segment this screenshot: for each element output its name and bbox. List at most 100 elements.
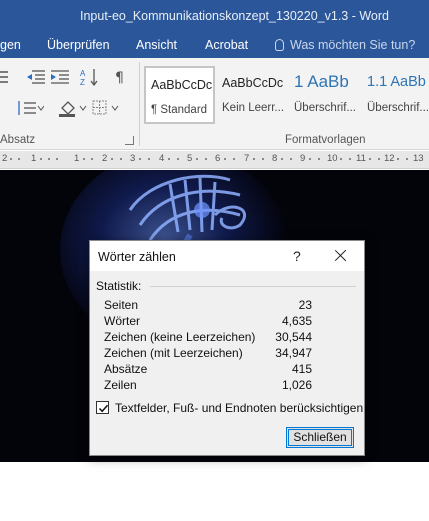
stat-row-lines: Zeilen 1,026 xyxy=(104,378,312,394)
ruler-label: 2 xyxy=(2,153,8,164)
document-page xyxy=(0,462,429,521)
line-spacing-icon[interactable] xyxy=(16,100,44,116)
ruler-tick xyxy=(397,158,399,160)
style-sample: 1 AaBb xyxy=(294,72,349,91)
tell-me-placeholder: Was möchten Sie tun? xyxy=(290,38,416,52)
stat-row-chars-no-spaces: Zeichen (keine Leerzeichen) 30,544 xyxy=(104,330,312,346)
paragraph-group-label: Absatz xyxy=(0,134,36,146)
close-icon[interactable] xyxy=(330,245,352,267)
ruler-tick xyxy=(18,158,20,160)
group-separator xyxy=(139,62,140,146)
stat-value: 23 xyxy=(298,298,312,312)
decrease-indent-icon[interactable] xyxy=(26,70,46,84)
ruler-label: 10 xyxy=(327,153,338,164)
schliessen-button[interactable]: Schließen xyxy=(286,427,354,448)
ruler-label: 4 xyxy=(159,153,165,164)
stat-value: 30,544 xyxy=(275,330,312,344)
ruler-tick xyxy=(262,158,264,160)
ruler-tick xyxy=(253,158,255,160)
style-sample: AaBbCcDc xyxy=(151,78,213,92)
style-ueberschrift-1[interactable]: 1 AaBb Überschrif... xyxy=(288,66,360,124)
stat-label: Seiten xyxy=(104,298,139,312)
ruler-tick xyxy=(56,158,58,160)
horizontal-ruler[interactable]: 2 1 1 2 3 4 5 6 7 8 9 10 11 12 13 xyxy=(0,151,429,169)
ruler-tick xyxy=(48,158,50,160)
statistics-label: Statistik: xyxy=(96,279,142,293)
tell-me-search[interactable]: Was möchten Sie tun? xyxy=(275,38,415,52)
ruler-tick xyxy=(177,158,179,160)
sort-icon[interactable]: AZ xyxy=(80,68,100,86)
ruler-tick xyxy=(233,158,235,160)
ruler-label: 1 xyxy=(74,153,80,164)
dialog-titlebar: Wörter zählen ? xyxy=(90,241,364,271)
ruler-label: 6 xyxy=(215,153,221,164)
style-standard[interactable]: AaBbCcDc ¶ Standard xyxy=(144,66,215,124)
ruler-tick xyxy=(406,158,408,160)
word-count-dialog: Wörter zählen ? Statistik: Seiten 23 Wör… xyxy=(89,240,365,456)
list-icon[interactable] xyxy=(0,70,10,84)
ruler-tick xyxy=(120,158,122,160)
ruler-tick xyxy=(139,158,141,160)
style-name: Überschrif... xyxy=(294,102,356,114)
include-textboxes-checkbox[interactable] xyxy=(96,401,109,414)
increase-indent-icon[interactable] xyxy=(50,70,70,84)
shading-icon[interactable] xyxy=(58,99,88,117)
style-name: ¶ Standard xyxy=(151,104,208,116)
ruler-tick xyxy=(10,158,12,160)
ruler-tick xyxy=(205,158,207,160)
svg-text:Z: Z xyxy=(80,78,85,86)
stat-row-words: Wörter 4,635 xyxy=(104,314,312,330)
style-ueberschrift-2[interactable]: 1.1 AaBb Überschrif... xyxy=(361,66,429,124)
stat-row-paragraphs: Absätze 415 xyxy=(104,362,312,378)
include-textboxes-option[interactable]: Textfelder, Fuß- und Endnoten berücksich… xyxy=(96,401,364,417)
ruler-tick xyxy=(168,158,170,160)
stat-value: 1,026 xyxy=(281,378,312,392)
borders-icon[interactable] xyxy=(92,100,122,116)
ruler-label: 12 xyxy=(384,153,395,164)
stat-row-chars-with-spaces: Zeichen (mit Leerzeichen) 34,947 xyxy=(104,346,312,362)
ruler-label: 11 xyxy=(356,153,366,164)
style-kein-leerraum[interactable]: AaBbCcDc Kein Leerr... xyxy=(216,66,287,124)
style-name: Kein Leerr... xyxy=(222,102,285,114)
tab-ueberpruefen[interactable]: Überprüfen xyxy=(47,38,110,52)
ribbon-tabs: gen Überprüfen Ansicht Acrobat Was möcht… xyxy=(0,34,429,58)
help-button[interactable]: ? xyxy=(293,248,301,264)
ruler-label: 9 xyxy=(300,153,306,164)
ruler-tick xyxy=(309,158,311,160)
lightbulb-icon xyxy=(275,39,284,51)
styles-group-label: Formatvorlagen xyxy=(285,134,366,146)
title-bar: Input-eo_Kommunikationskonzept_130220_v1… xyxy=(0,0,429,34)
ruler-label: 13 xyxy=(413,153,424,164)
svg-text:A: A xyxy=(80,69,86,78)
ruler-tick xyxy=(40,158,42,160)
style-sample: 1.1 AaBb xyxy=(367,74,426,90)
pilcrow-icon[interactable]: ¶ xyxy=(114,69,128,85)
ruler-label: 2 xyxy=(102,153,108,164)
style-name: Überschrif... xyxy=(367,102,429,114)
style-sample: AaBbCcDc xyxy=(222,76,284,90)
ruler-label: 5 xyxy=(187,153,193,164)
ruler-label: 7 xyxy=(244,153,250,164)
tab-ansicht[interactable]: Ansicht xyxy=(136,38,177,52)
stat-label: Wörter xyxy=(104,314,140,328)
ruler-label: 3 xyxy=(130,153,136,164)
ruler-tick xyxy=(290,158,292,160)
include-textboxes-label: Textfelder, Fuß- und Endnoten berücksich… xyxy=(115,401,364,415)
ribbon: AZ ¶ Absatz AaBbCcDc ¶ Standard AaBbCcDc… xyxy=(0,58,429,150)
paragraph-dialog-launcher-icon[interactable] xyxy=(125,136,134,145)
ruler-tick xyxy=(91,158,93,160)
ruler-label: 8 xyxy=(272,153,278,164)
dialog-title: Wörter zählen xyxy=(98,250,176,264)
svg-text:¶: ¶ xyxy=(115,70,124,85)
checkmark-icon xyxy=(98,404,109,413)
tab-acrobat[interactable]: Acrobat xyxy=(205,38,248,52)
ruler-label: 1 xyxy=(31,153,37,164)
ruler-tick xyxy=(111,158,113,160)
divider xyxy=(150,286,356,287)
stat-label: Zeichen (keine Leerzeichen) xyxy=(104,330,256,344)
stat-label: Zeilen xyxy=(104,378,137,392)
ruler-tick xyxy=(369,158,371,160)
window-title: Input-eo_Kommunikationskonzept_130220_v1… xyxy=(80,9,389,23)
tab-start-partial[interactable]: gen xyxy=(0,38,21,52)
ruler-tick xyxy=(281,158,283,160)
